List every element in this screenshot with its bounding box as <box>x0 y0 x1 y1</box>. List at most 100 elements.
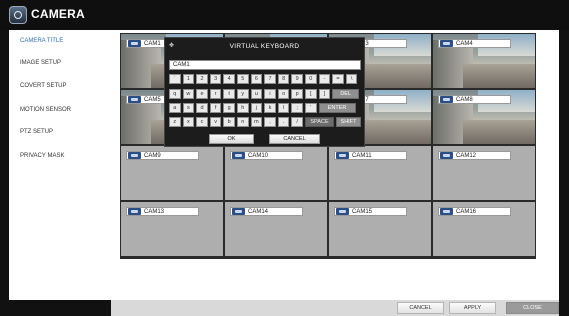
keyboard-key[interactable]: 6 <box>250 74 263 84</box>
keyboard-key[interactable]: c <box>196 117 208 127</box>
keyboard-key[interactable]: b <box>223 117 235 127</box>
camera-label[interactable]: CAM9 <box>126 151 199 160</box>
keyboard-key[interactable]: 5 <box>237 74 249 84</box>
keyboard-key[interactable]: - <box>318 74 331 84</box>
keyboard-key[interactable]: ' <box>305 103 317 113</box>
window-title: CAMERA <box>31 7 85 21</box>
camera-channel-icon <box>440 96 453 103</box>
key-del[interactable]: DEL <box>332 89 360 99</box>
camera-tile[interactable]: CAM16 <box>433 202 535 256</box>
keyboard-key[interactable]: o <box>277 89 290 99</box>
keyboard-key[interactable]: 9 <box>291 74 303 84</box>
keyboard-key[interactable]: y <box>237 89 249 99</box>
keyboard-key[interactable]: j <box>250 103 263 113</box>
key-shift[interactable]: SHIFT <box>336 117 361 127</box>
keyboard-key[interactable]: n <box>237 117 249 127</box>
keyboard-key[interactable]: [ <box>305 89 317 99</box>
keyboard-cancel-button[interactable]: CANCEL <box>269 134 320 144</box>
keyboard-key[interactable]: i <box>264 89 276 99</box>
camera-tile[interactable]: CAM14 <box>225 202 327 256</box>
keyboard-key[interactable]: x <box>182 117 195 127</box>
camera-tile[interactable]: CAM15 <box>329 202 431 256</box>
camera-tile[interactable]: CAM4 <box>433 34 535 88</box>
camera-channel-icon <box>440 208 453 215</box>
virtual-keyboard-title: VIRTUAL KEYBOARD <box>229 43 300 50</box>
camera-label[interactable]: CAM14 <box>230 207 303 216</box>
keyboard-key[interactable]: = <box>332 74 344 84</box>
camera-tile[interactable]: CAM13 <box>121 202 223 256</box>
keyboard-key[interactable]: s <box>182 103 195 113</box>
keyboard-key[interactable]: 0 <box>305 74 317 84</box>
key-enter[interactable]: ENTER <box>318 103 356 113</box>
sidebar-item-ptz-setup[interactable]: PTZ SETUP <box>20 129 53 135</box>
keyboard-key[interactable]: q <box>169 89 181 99</box>
camera-name: CAM8 <box>456 96 473 103</box>
camera-tile[interactable]: CAM8 <box>433 90 535 144</box>
camera-name: CAM15 <box>352 208 373 215</box>
camera-tile[interactable]: CAM10 <box>225 146 327 200</box>
apply-button[interactable]: APPLY <box>449 302 496 314</box>
camera-label[interactable]: CAM15 <box>334 207 407 216</box>
virtual-keyboard-dialog: ✥ VIRTUAL KEYBOARD CAM1 ` 1 2 3 4 5 6 7 8 9 0- = \ q w… <box>164 37 365 147</box>
keyboard-key[interactable]: ` <box>169 74 181 84</box>
keyboard-key[interactable]: / <box>291 117 303 127</box>
cancel-button[interactable]: CANCEL <box>397 302 444 314</box>
keyboard-key[interactable]: \ <box>345 74 358 84</box>
keyboard-key[interactable]: k <box>264 103 276 113</box>
camera-title-input[interactable]: CAM1 <box>169 60 361 70</box>
camera-label[interactable]: CAM4 <box>438 39 511 48</box>
keyboard-key[interactable]: 7 <box>264 74 276 84</box>
keyboard-key[interactable]: g <box>223 103 235 113</box>
keyboard-key[interactable]: 8 <box>277 74 290 84</box>
keyboard-key[interactable]: , <box>264 117 276 127</box>
camera-name: CAM12 <box>456 152 477 159</box>
keyboard-key[interactable]: ; <box>291 103 303 113</box>
keyboard-key[interactable]: a <box>169 103 181 113</box>
keyboard-key[interactable]: d <box>196 103 208 113</box>
sidebar-item-camera-title[interactable]: CAMERA TITLE <box>20 38 63 44</box>
key-space[interactable]: SPACE <box>305 117 334 127</box>
camera-tile[interactable]: CAM12 <box>433 146 535 200</box>
keyboard-key[interactable]: . <box>277 117 290 127</box>
live-video-frame <box>359 64 431 88</box>
camera-icon <box>9 6 27 24</box>
camera-label[interactable]: CAM11 <box>334 151 407 160</box>
camera-label[interactable]: CAM12 <box>438 151 511 160</box>
sidebar-item-privacy-mask[interactable]: PRIVACY MASK <box>20 153 64 159</box>
title-bar: CAMERA <box>0 0 569 30</box>
keyboard-key[interactable]: z <box>169 117 181 127</box>
keyboard-key[interactable]: f <box>209 103 222 113</box>
camera-tile[interactable]: CAM11 <box>329 146 431 200</box>
camera-label[interactable]: CAM16 <box>438 207 511 216</box>
keyboard-key[interactable]: 3 <box>209 74 222 84</box>
camera-label[interactable]: CAM13 <box>126 207 199 216</box>
camera-label[interactable]: CAM8 <box>438 95 511 104</box>
keyboard-key[interactable]: ] <box>318 89 331 99</box>
camera-channel-icon <box>128 152 141 159</box>
keyboard-key[interactable]: l <box>277 103 290 113</box>
sidebar: CAMERA TITLE IMAGE SETUP COVERT SETUP MO… <box>9 30 112 300</box>
keyboard-key[interactable]: 4 <box>223 74 235 84</box>
keyboard-key[interactable]: u <box>250 89 263 99</box>
camera-name: CAM11 <box>352 152 372 159</box>
sidebar-item-covert-setup[interactable]: COVERT SETUP <box>20 83 66 89</box>
keyboard-key[interactable]: p <box>291 89 303 99</box>
keyboard-key[interactable]: 1 <box>182 74 195 84</box>
keyboard-key[interactable]: e <box>196 89 208 99</box>
close-button[interactable]: CLOSE <box>506 302 559 314</box>
camera-channel-icon <box>440 40 453 47</box>
keyboard-key[interactable]: m <box>250 117 263 127</box>
keyboard-key[interactable]: r <box>209 89 222 99</box>
sidebar-item-image-setup[interactable]: IMAGE SETUP <box>20 60 61 66</box>
keyboard-key[interactable]: 2 <box>196 74 208 84</box>
keyboard-ok-button[interactable]: OK <box>209 134 254 144</box>
keyboard-key[interactable]: t <box>223 89 235 99</box>
keyboard-key[interactable]: w <box>182 89 195 99</box>
keyboard-key[interactable]: h <box>237 103 249 113</box>
camera-channel-icon <box>128 40 141 47</box>
camera-tile[interactable]: CAM9 <box>121 146 223 200</box>
keyboard-key[interactable]: v <box>209 117 222 127</box>
camera-label[interactable]: CAM10 <box>230 151 303 160</box>
sidebar-item-motion-sensor[interactable]: MOTION SENSOR <box>20 107 71 113</box>
camera-name: CAM13 <box>144 208 165 215</box>
